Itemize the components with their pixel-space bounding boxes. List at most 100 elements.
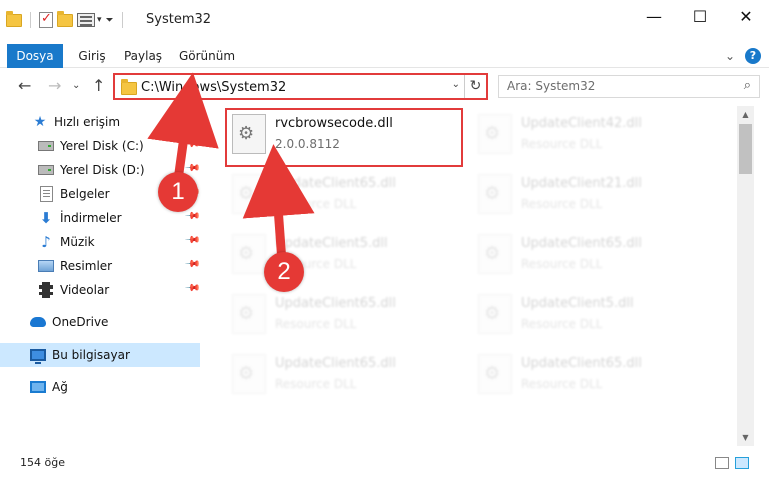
pin-icon[interactable]: 📌 [184,136,201,153]
ribbon-tabs: Dosya Giriş Paylaş Görünüm ⌄ ? [0,44,769,94]
pin-icon[interactable]: 📌 [184,232,201,249]
sidebar-item-videos[interactable]: Videolar 📌 [0,278,201,302]
dll-file-icon [478,174,512,214]
tab-share[interactable]: Paylaş [120,44,166,68]
video-icon [39,282,53,298]
sidebar-item-label: Yerel Disk (D:) [60,163,145,177]
file-item[interactable]: UpdateClient65.dll Resource DLL [228,172,468,222]
sidebar-item-label: Müzik [60,235,95,249]
help-icon[interactable]: ? [745,48,761,64]
dll-file-icon [478,234,512,274]
back-arrow-icon[interactable]: ← [18,76,31,95]
pin-icon[interactable]: 📌 [184,280,201,297]
folder-icon [6,10,22,27]
file-item[interactable]: UpdateClient21.dll Resource DLL [474,172,714,222]
file-item[interactable]: UpdateClient65.dll Resource DLL [228,352,468,402]
file-name: UpdateClient65.dll [275,296,396,311]
scrollbar-thumb[interactable] [739,124,752,174]
star-icon: ★ [33,114,47,130]
sidebar-item-local-disk-c[interactable]: Yerel Disk (C:) 📌 [0,134,201,158]
properties-check-icon[interactable] [39,11,53,28]
onedrive-icon [30,317,46,327]
sidebar-item-pictures[interactable]: Resimler 📌 [0,254,201,278]
dll-file-icon [232,174,266,214]
customize-toolbar-icon[interactable]: ⏷ [106,15,114,26]
address-path[interactable]: C:\Windows\System32 [141,80,286,95]
sidebar-item-label: Belgeler [60,187,110,201]
file-name: UpdateClient5.dll [521,296,634,311]
dll-file-icon [478,114,512,154]
file-name: UpdateClient65.dll [275,176,396,191]
sidebar-item-onedrive[interactable]: OneDrive [0,310,200,334]
toolbar-divider [121,12,123,28]
sidebar-item-label: Hızlı erişim [54,115,121,129]
maximize-button[interactable]: ☐ [677,0,723,32]
file-item[interactable]: UpdateClient65.dll Resource DLL [474,352,714,402]
recent-locations-icon[interactable]: ⌄ [72,80,80,91]
pin-icon[interactable]: 📌 [184,256,201,273]
toolbar-divider [30,12,31,28]
search-icon: ⌕ [743,78,751,93]
file-description: Resource DLL [521,257,603,271]
file-name: UpdateClient5.dll [275,236,388,251]
customize-icon[interactable] [77,13,95,27]
search-box[interactable]: Ara: System32 ⌕ [498,75,760,98]
scroll-up-icon[interactable]: ▲ [737,106,754,123]
close-button[interactable]: ✕ [723,0,769,32]
file-description: Resource DLL [521,317,603,331]
file-item[interactable]: UpdateClient5.dll Resource DLL [474,292,714,342]
sidebar-item-quick-access[interactable]: ★ Hızlı erişim [0,110,200,134]
file-item[interactable]: UpdateClient65.dll Resource DLL [474,232,714,282]
sidebar-item-label: OneDrive [52,315,109,329]
drive-icon [38,165,54,175]
file-description: Resource DLL [275,317,357,331]
navigation-pane: ★ Hızlı erişim Yerel Disk (C:) 📌 Yerel D… [0,106,206,446]
pictures-icon [38,260,54,272]
forward-arrow-icon[interactable]: → [48,76,61,95]
refresh-icon[interactable]: ↻ [464,75,486,98]
vertical-scrollbar[interactable]: ▲ ▼ [737,106,754,446]
sidebar-item-network[interactable]: Ağ [0,375,200,399]
file-name: UpdateClient65.dll [275,356,396,371]
sidebar-item-label: Resimler [60,259,113,273]
chevron-down-icon[interactable]: ▾ [97,15,102,25]
minimize-button[interactable]: — [631,0,677,32]
new-folder-icon[interactable] [57,10,73,27]
file-description: Resource DLL [275,197,357,211]
sidebar-item-this-pc[interactable]: Bu bilgisayar [0,343,200,367]
pin-icon[interactable]: 📌 [184,208,201,225]
address-bar[interactable]: C:\Windows\System32 ⌄ ↻ [113,73,488,100]
dll-file-icon [232,294,266,334]
sidebar-item-music[interactable]: ♪ Müzik 📌 [0,230,200,254]
sidebar-item-label: Yerel Disk (C:) [60,139,144,153]
scroll-down-icon[interactable]: ▼ [737,429,754,446]
file-description: Resource DLL [521,197,603,211]
file-name: UpdateClient65.dll [521,236,642,251]
sidebar-item-label: İndirmeler [60,211,122,225]
chevron-down-icon[interactable]: ⌄ [452,79,460,90]
file-item[interactable]: UpdateClient65.dll Resource DLL [228,292,468,342]
tab-home[interactable]: Giriş [70,44,114,68]
file-name: UpdateClient65.dll [521,356,642,371]
step-2-badge: 2 [264,252,304,292]
dll-file-icon [478,294,512,334]
sidebar-item-label: Ağ [52,380,68,394]
status-bar: 154 öğe [0,448,769,478]
file-highlight-box [225,108,463,167]
title-bar: ▾ ⏷ System32 — ☐ ✕ [0,0,769,44]
tiles-view-icon[interactable] [735,457,749,469]
dll-file-icon [232,354,266,394]
quick-access-toolbar: ▾ ⏷ [6,10,127,30]
computer-icon [30,349,46,364]
folder-icon [121,79,137,95]
dll-file-icon [232,234,266,274]
search-input[interactable]: Ara: System32 [507,79,595,93]
expand-ribbon-icon[interactable]: ⌄ [725,49,735,63]
window-title: System32 [146,12,212,27]
file-item[interactable]: UpdateClient42.dll Resource DLL [474,112,714,162]
up-arrow-icon[interactable]: ↑ [92,76,105,95]
navigation-bar: ← → ⌄ ↑ C:\Windows\System32 ⌄ ↻ Ara: Sys… [0,68,769,106]
file-name: UpdateClient42.dll [521,116,642,131]
tab-view[interactable]: Görünüm [175,44,239,68]
details-view-icon[interactable] [715,457,729,469]
